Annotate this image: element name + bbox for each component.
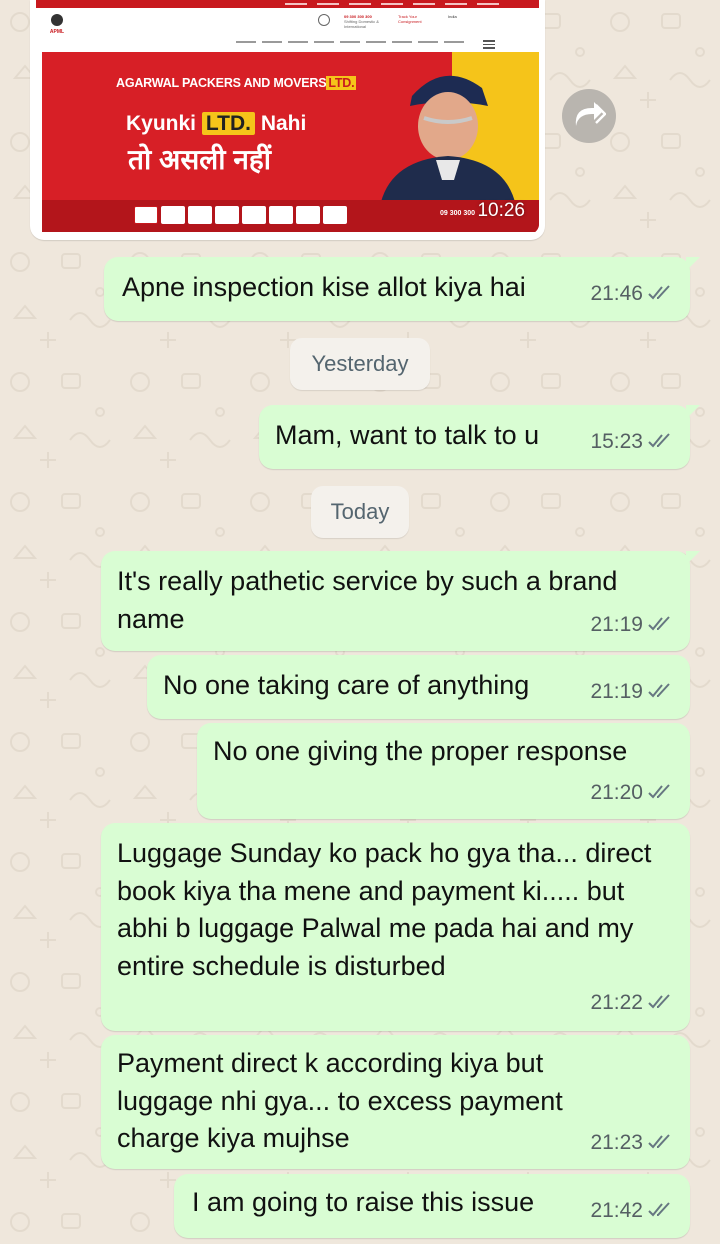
message-meta: 15:23 [590,423,674,461]
strip-phone: 09 300 300 [440,210,476,217]
message-meta: 21:42 [590,1192,674,1230]
message-time: 21:22 [590,990,643,1014]
double-check-icon [648,1134,670,1149]
message-bubble[interactable]: Apne inspection kise allot kiya hai 21:4… [104,257,700,321]
message-time: 21:46 [590,281,643,305]
banner-slogan: Kyunki LTD. Nahi [126,112,306,136]
forward-icon [575,102,606,126]
image-message[interactable]: APML 09 300 300 300 Shifting Domestic & … [30,0,545,240]
message-text: Apne inspection kise allot kiya hai [122,272,526,302]
service-tabs [134,206,347,224]
site-track-label: Track Your Consignment [398,14,422,24]
hamburger-icon [483,40,495,51]
site-logo: APML [46,14,68,42]
website-screenshot: APML 09 300 300 300 Shifting Domestic & … [36,0,539,234]
site-contact-tagline: Shifting Domestic & International [344,19,379,29]
double-check-icon [648,1202,670,1217]
double-check-icon [648,994,670,1009]
message-time: 21:23 [590,1130,643,1154]
message-meta: 21:23 [590,1124,674,1162]
message-bubble[interactable]: I am going to raise this issue 21:42 [174,1174,690,1238]
message-bubble[interactable]: No one taking care of anything 21:19 [147,655,690,719]
site-banner: AGARWAL PACKERS AND MOVERS LTD. Kyunki LT… [42,52,539,232]
double-check-icon [648,683,670,698]
banner-company-name: AGARWAL PACKERS AND MOVERS [116,76,327,90]
banner-company: AGARWAL PACKERS AND MOVERS LTD. [116,76,357,90]
site-country: India [448,14,457,19]
message-time: 21:42 [590,1198,643,1222]
banner-slogan-hindi: तो असली नहीं [128,144,271,175]
site-contact: 09 300 300 300 Shifting Domestic & Inter… [318,14,457,29]
message-text: Payment direct k according kiya but lugg… [117,1048,563,1153]
message-bubble[interactable]: Luggage Sunday ko pack ho gya tha... dir… [101,823,690,1031]
message-bubble[interactable]: Payment direct k according kiya but lugg… [101,1035,690,1169]
message-text: Luggage Sunday ko pack ho gya tha... dir… [117,838,652,981]
double-check-icon [648,433,670,448]
banner-strip: 09 300 300 [42,200,539,232]
date-separator-today: Today [311,486,409,538]
message-time: 21:19 [590,679,643,703]
site-logo-text: APML [49,29,65,35]
forward-button[interactable] [562,89,616,143]
double-check-icon [648,616,670,631]
message-time: 15:23 [590,429,643,453]
site-header: APML 09 300 300 300 Shifting Domestic & … [36,8,539,50]
image-message-time: 10:26 [477,200,525,221]
double-check-icon [648,285,670,300]
double-check-icon [648,784,670,799]
message-meta: 21:20 [590,774,674,812]
message-meta: 21:22 [590,984,674,1022]
banner-slogan-start: Kyunki [126,112,197,135]
date-separator-yesterday: Yesterday [290,338,430,390]
person-photo [380,75,516,206]
banner-slogan-ltd: LTD. [201,112,255,135]
message-bubble[interactable]: No one giving the proper response 21:20 [197,723,690,819]
banner-company-suffix: LTD. [326,76,357,90]
message-text: I am going to raise this issue [192,1187,535,1217]
phone-icon [318,14,330,26]
message-text: No one giving the proper response [213,736,628,766]
message-bubble[interactable]: It's really pathetic service by such a b… [101,551,700,651]
banner-slogan-end: Nahi [260,112,307,135]
site-topbar [36,0,539,8]
message-meta: 21:19 [590,673,674,711]
message-meta: 21:19 [590,606,674,644]
message-time: 21:19 [590,612,643,636]
message-text: Mam, want to talk to u [275,420,540,450]
message-meta: 21:46 [590,275,674,313]
message-time: 21:20 [590,780,643,804]
message-text: No one taking care of anything [163,670,530,700]
site-nav [236,41,464,43]
message-bubble[interactable]: Mam, want to talk to u 15:23 [259,405,700,469]
